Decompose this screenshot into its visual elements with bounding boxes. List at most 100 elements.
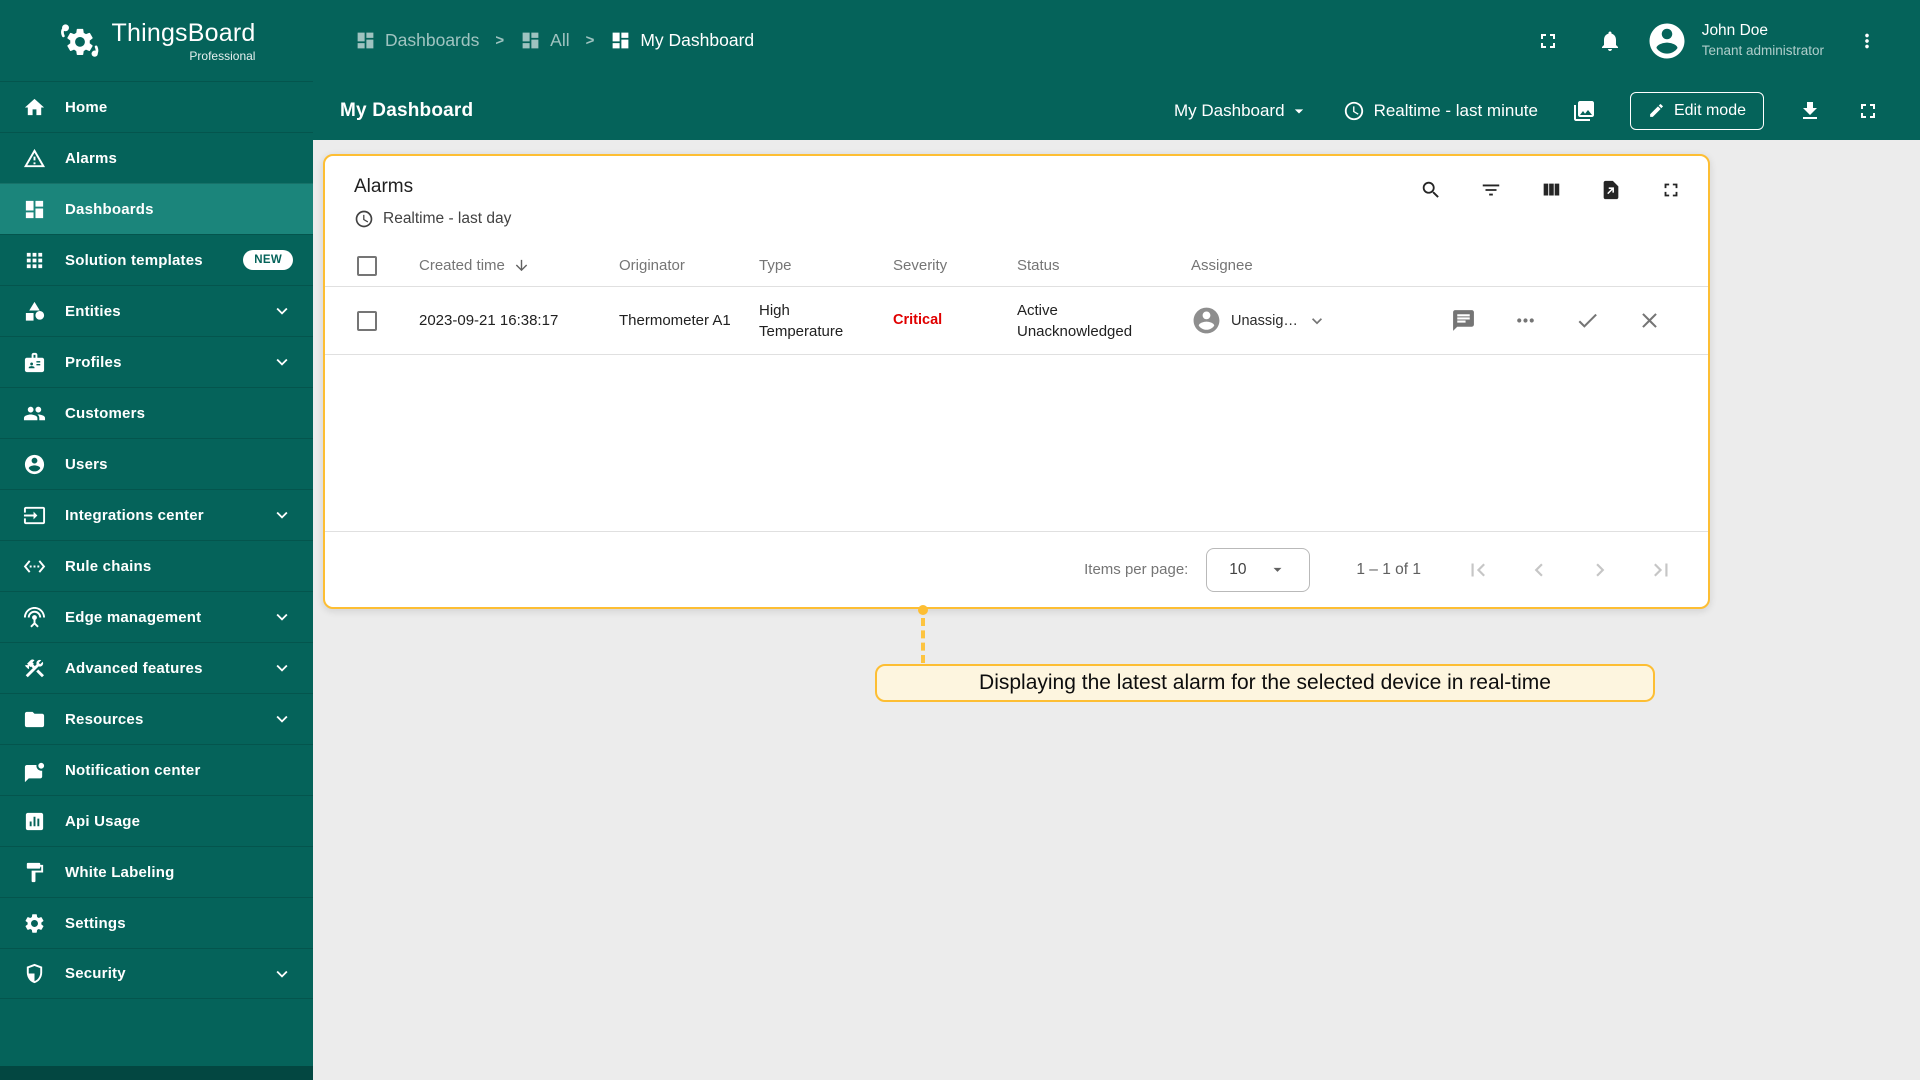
breadcrumb-separator: > xyxy=(585,32,595,49)
dashboard-state-select[interactable]: My Dashboard xyxy=(1174,101,1309,121)
sidebar-item-resources[interactable]: Resources xyxy=(0,693,313,744)
sidebar-item-alarms[interactable]: Alarms xyxy=(0,132,313,183)
widget-fullscreen-icon[interactable] xyxy=(1660,179,1682,201)
column-type[interactable]: Type xyxy=(759,257,893,274)
fullscreen-icon[interactable] xyxy=(1536,29,1560,53)
caret-down-icon xyxy=(1289,101,1309,121)
edit-mode-label: Edit mode xyxy=(1673,101,1746,119)
paint-roller-icon xyxy=(23,861,46,884)
sidebar-item-integrations-center[interactable]: Integrations center xyxy=(0,489,313,540)
entities-icon xyxy=(23,300,46,323)
cell-severity: Critical xyxy=(893,312,943,329)
fullscreen-icon[interactable] xyxy=(1856,99,1880,123)
row-checkbox[interactable] xyxy=(357,310,377,331)
sidebar-item-white-labeling[interactable]: White Labeling xyxy=(0,846,313,897)
first-page-icon[interactable] xyxy=(1465,557,1491,583)
column-severity[interactable]: Severity xyxy=(893,257,1017,274)
breadcrumb-my-dashboard[interactable]: My Dashboard xyxy=(610,30,754,51)
profiles-badge-icon xyxy=(23,351,46,374)
download-icon[interactable] xyxy=(1798,99,1822,123)
brand-name: ThingsBoard xyxy=(111,18,256,47)
people-icon xyxy=(23,402,46,425)
sidebar-item-customers[interactable]: Customers xyxy=(0,387,313,438)
sidebar-item-security[interactable]: Security xyxy=(0,948,313,999)
sidebar-item-label: Notification center xyxy=(65,761,201,779)
sidebar-item-api-usage[interactable]: Api Usage xyxy=(0,795,313,846)
dashboard-content: Alarms Realtime - last day Created time … xyxy=(313,140,1920,1080)
table-row[interactable]: 2023-09-21 16:38:17 Thermometer A1 High … xyxy=(325,287,1708,355)
column-created-time[interactable]: Created time xyxy=(419,257,619,274)
more-actions-icon[interactable] xyxy=(1513,308,1538,333)
breadcrumb-separator: > xyxy=(495,32,505,49)
column-label: Status xyxy=(1017,257,1060,274)
kebab-menu-icon[interactable] xyxy=(1856,30,1878,52)
clock-icon xyxy=(1343,100,1365,122)
cell-created-time: 2023-09-21 16:38:17 xyxy=(419,312,559,329)
sidebar-item-label: Solution templates xyxy=(65,251,203,269)
sidebar-item-edge-management[interactable]: Edge management xyxy=(0,591,313,642)
notifications-bell-icon[interactable] xyxy=(1598,29,1622,53)
chevron-down-icon xyxy=(271,504,293,526)
chevron-down-icon xyxy=(271,606,293,628)
thingsboard-app: ThingsBoard Professional Home Alarms Das… xyxy=(0,0,1920,1080)
column-originator[interactable]: Originator xyxy=(619,257,759,274)
assignee-select[interactable]: Unassig… xyxy=(1191,305,1426,336)
sidebar-item-rule-chains[interactable]: Rule chains xyxy=(0,540,313,591)
column-assignee[interactable]: Assignee xyxy=(1191,257,1426,274)
comment-icon[interactable] xyxy=(1451,308,1476,333)
user-circle-icon xyxy=(23,453,46,476)
topbar-actions: John Doe Tenant administrator xyxy=(1536,20,1878,62)
sidebar-item-advanced-features[interactable]: Advanced features xyxy=(0,642,313,693)
sidebar-item-label: Profiles xyxy=(65,353,122,371)
sidebar-item-dashboards[interactable]: Dashboards xyxy=(0,183,313,234)
acknowledge-check-icon[interactable] xyxy=(1575,308,1600,333)
select-all-checkbox[interactable] xyxy=(357,255,377,276)
brand-logo[interactable]: ThingsBoard Professional xyxy=(0,0,313,81)
timewindow-button[interactable]: Realtime - last minute xyxy=(1343,100,1538,122)
cell-type: High Temperature xyxy=(759,301,844,340)
sidebar-item-notification-center[interactable]: Notification center xyxy=(0,744,313,795)
items-per-page-value: 10 xyxy=(1229,560,1247,578)
widget-timewindow[interactable]: Realtime - last day xyxy=(354,209,1684,229)
column-label: Severity xyxy=(893,257,948,274)
next-page-icon[interactable] xyxy=(1587,557,1613,583)
shield-icon xyxy=(23,962,46,985)
edit-mode-button[interactable]: Edit mode xyxy=(1629,91,1764,130)
apps-grid-icon xyxy=(23,249,46,272)
assignee-avatar-icon xyxy=(1191,305,1222,336)
chevron-down-icon xyxy=(271,657,293,679)
row-actions xyxy=(1426,308,1708,333)
hint-connector-line xyxy=(921,618,925,663)
column-label: Created time xyxy=(419,257,505,274)
search-icon[interactable] xyxy=(1420,179,1442,201)
user-avatar[interactable] xyxy=(1646,20,1688,62)
sidebar-item-profiles[interactable]: Profiles xyxy=(0,336,313,387)
user-menu[interactable]: John Doe Tenant administrator xyxy=(1702,21,1824,60)
sidebar-item-home[interactable]: Home xyxy=(0,81,313,132)
thingsboard-logo-icon xyxy=(58,19,102,63)
previous-page-icon[interactable] xyxy=(1526,557,1552,583)
breadcrumb-all[interactable]: All xyxy=(520,30,570,51)
sidebar-item-solution-templates[interactable]: Solution templates NEW xyxy=(0,234,313,285)
dashboard-icon xyxy=(520,30,541,51)
assignee-name: Unassig… xyxy=(1231,312,1298,329)
dashboard-icon xyxy=(355,30,376,51)
breadcrumb-dashboards[interactable]: Dashboards xyxy=(355,30,479,51)
clear-close-icon[interactable] xyxy=(1637,308,1662,333)
sidebar-item-label: White Labeling xyxy=(65,863,175,881)
chevron-down-icon xyxy=(271,351,293,373)
columns-icon[interactable] xyxy=(1540,179,1562,201)
filter-icon[interactable] xyxy=(1480,179,1502,201)
last-page-icon[interactable] xyxy=(1648,557,1674,583)
items-per-page-select[interactable]: 10 xyxy=(1206,547,1311,592)
chart-box-icon xyxy=(23,810,46,833)
sidebar-item-users[interactable]: Users xyxy=(0,438,313,489)
sidebar-item-entities[interactable]: Entities xyxy=(0,285,313,336)
sidebar-item-settings[interactable]: Settings xyxy=(0,897,313,948)
dashboard-image-icon[interactable] xyxy=(1572,99,1596,123)
export-file-icon[interactable] xyxy=(1600,179,1622,201)
sidebar-item-label: Customers xyxy=(65,404,146,422)
sidebar-item-label: Users xyxy=(65,455,108,473)
column-status[interactable]: Status xyxy=(1017,257,1191,274)
hint-tooltip: Displaying the latest alarm for the sele… xyxy=(875,664,1655,702)
